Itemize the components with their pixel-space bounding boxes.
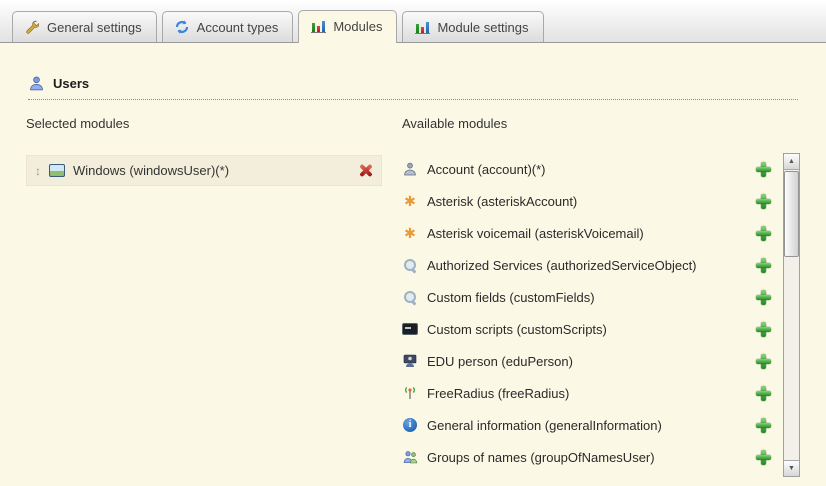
tab-label: Account types <box>197 20 279 35</box>
available-module-label: Account (account)(*) <box>427 162 546 177</box>
add-module-button[interactable] <box>756 162 771 177</box>
add-module-button[interactable] <box>756 386 771 401</box>
terminal-icon <box>402 321 418 337</box>
available-module-row: Account (account)(*) <box>402 153 779 185</box>
tab-module-settings[interactable]: Module settings <box>402 11 543 42</box>
selected-module-row[interactable]: ↕ Windows (windowsUser)(*) <box>26 155 382 186</box>
available-module-row: FreeRadius (freeRadius) <box>402 377 779 409</box>
remove-module-button[interactable] <box>358 163 373 178</box>
available-module-label: Custom fields (customFields) <box>427 290 595 305</box>
info-icon: i <box>402 417 418 433</box>
available-module-label: Custom scripts (customScripts) <box>427 322 607 337</box>
tab-bar: General settings Account types Modules M… <box>0 0 826 42</box>
available-module-label: EDU person (eduPerson) <box>427 354 573 369</box>
selected-modules-heading: Selected modules <box>26 116 382 131</box>
available-module-label: FreeRadius (freeRadius) <box>427 386 569 401</box>
tab-account-types[interactable]: Account types <box>162 11 294 42</box>
add-module-button[interactable] <box>756 418 771 433</box>
tab-label: Module settings <box>437 20 528 35</box>
users-section-header: Users <box>28 75 798 100</box>
selected-modules-list: ↕ Windows (windowsUser)(*) <box>26 155 382 186</box>
magnifier-icon <box>402 289 418 305</box>
refresh-icon <box>174 19 190 35</box>
windows-module-icon <box>49 163 65 179</box>
add-module-button[interactable] <box>756 354 771 369</box>
scrollbar: ▲ ▼ <box>783 153 800 477</box>
selected-module-label: Windows (windowsUser)(*) <box>73 163 229 178</box>
available-module-label: Asterisk (asteriskAccount) <box>427 194 577 209</box>
available-module-row: Authorized Services (authorizedServiceOb… <box>402 249 779 281</box>
add-module-button[interactable] <box>756 322 771 337</box>
section-title: Users <box>53 76 89 91</box>
tab-label: Modules <box>333 19 382 34</box>
available-module-row: Custom fields (customFields) <box>402 281 779 313</box>
magnifier-icon <box>402 257 418 273</box>
asterisk-icon: ✱ <box>402 193 418 209</box>
available-module-row: ✱ Asterisk (asteriskAccount) <box>402 185 779 217</box>
group-icon <box>402 449 418 465</box>
available-module-row: i General information (generalInformatio… <box>402 409 779 441</box>
available-module-label: Groups of names (groupOfNamesUser) <box>427 450 655 465</box>
tab-label: General settings <box>47 20 142 35</box>
add-module-button[interactable] <box>756 258 771 273</box>
available-module-row: EDU person (eduPerson) <box>402 345 779 377</box>
add-module-button[interactable] <box>756 450 771 465</box>
chart-icon <box>414 19 430 35</box>
tab-modules[interactable]: Modules <box>298 10 397 43</box>
available-module-row: ✱ Asterisk voicemail (asteriskVoicemail) <box>402 217 779 249</box>
tools-icon <box>24 19 40 35</box>
tab-general-settings[interactable]: General settings <box>12 11 157 42</box>
chart-icon <box>310 18 326 34</box>
edu-person-icon <box>402 353 418 369</box>
user-icon <box>28 75 44 91</box>
asterisk-voicemail-icon: ✱ <box>402 225 418 241</box>
modules-panel: Users Selected modules ↕ Windows (window… <box>0 42 826 486</box>
scroll-up-button[interactable]: ▲ <box>784 154 799 170</box>
add-module-button[interactable] <box>756 290 771 305</box>
available-modules-heading: Available modules <box>402 116 800 131</box>
add-module-button[interactable] <box>756 194 771 209</box>
available-module-label: General information (generalInformation) <box>427 418 662 433</box>
drag-handle-icon[interactable]: ↕ <box>35 164 41 178</box>
available-module-row: Custom scripts (customScripts) <box>402 313 779 345</box>
scroll-down-button[interactable]: ▼ <box>784 460 799 476</box>
available-module-row: Groups of names (groupOfNamesUser) <box>402 441 779 473</box>
add-module-button[interactable] <box>756 226 771 241</box>
available-module-label: Authorized Services (authorizedServiceOb… <box>427 258 697 273</box>
scrollbar-track[interactable] <box>784 170 799 460</box>
available-modules-list: Account (account)(*) ✱ Asterisk (asteris… <box>402 153 779 477</box>
antenna-icon <box>402 385 418 401</box>
available-module-label: Asterisk voicemail (asteriskVoicemail) <box>427 226 644 241</box>
scrollbar-thumb[interactable] <box>784 171 799 257</box>
account-icon <box>402 161 418 177</box>
